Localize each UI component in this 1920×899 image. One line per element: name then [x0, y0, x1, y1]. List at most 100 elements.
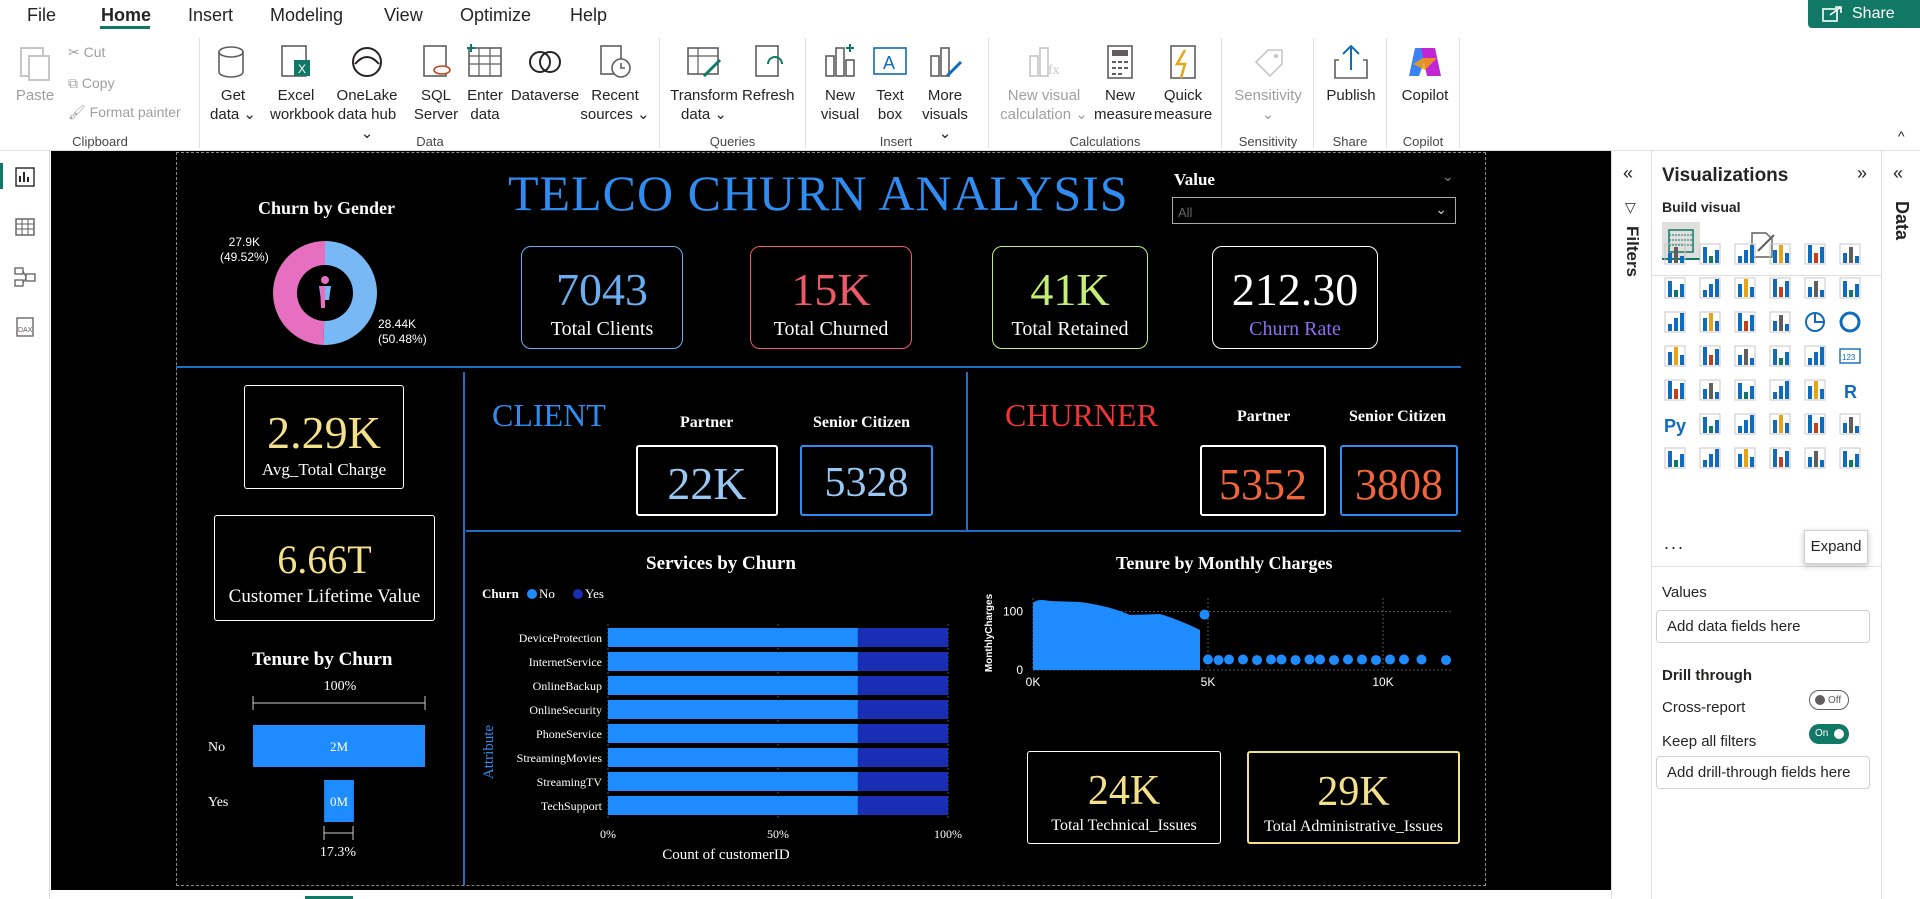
copy-button[interactable]: ⧉ Copy [68, 75, 115, 92]
line-column-icon[interactable] [1662, 309, 1688, 335]
multi-card-icon[interactable] [1662, 377, 1688, 403]
scatter-point[interactable] [1203, 654, 1213, 665]
scatter-point[interactable] [1276, 654, 1287, 665]
goals-icon[interactable] [1837, 411, 1863, 437]
filled-map-icon[interactable] [1732, 343, 1758, 369]
bar-segment[interactable] [608, 796, 858, 815]
stacked-column-icon[interactable] [1697, 241, 1723, 267]
data-pane-collapsed[interactable]: « Data [1881, 151, 1920, 899]
scatter-point[interactable] [1199, 609, 1210, 620]
azure-map-icon[interactable] [1767, 343, 1793, 369]
expand-filters-icon[interactable]: « [1623, 163, 1633, 184]
new-measure-button[interactable]: New measure [1094, 30, 1152, 130]
fabric-function-icon[interactable] [1767, 445, 1793, 471]
model-view-icon[interactable] [13, 265, 37, 289]
scatter-point[interactable] [1329, 655, 1339, 666]
waterfall-icon[interactable] [1802, 275, 1828, 301]
treemap-icon[interactable] [1662, 343, 1688, 369]
format-painter-button[interactable]: 🖌 Format painter [68, 104, 181, 121]
onelake-button[interactable]: OneLake data hub ⌄ [333, 30, 401, 142]
scatter-point[interactable] [1441, 655, 1451, 666]
bar-segment[interactable] [857, 700, 948, 719]
menu-file[interactable]: File [27, 5, 56, 26]
decomposition-tree-icon[interactable] [1732, 411, 1758, 437]
card-icon[interactable]: 123 [1837, 343, 1863, 369]
scatter-point[interactable] [1343, 654, 1353, 665]
value-slicer-dropdown[interactable]: All ⌄ [1172, 197, 1456, 224]
slicer-icon[interactable] [1732, 377, 1758, 403]
percent-column-icon[interactable] [1837, 241, 1863, 267]
scatter-point[interactable] [1315, 654, 1325, 665]
expand-chevron-icon[interactable] [1837, 445, 1863, 471]
report-view-icon[interactable] [13, 165, 37, 189]
get-data-button[interactable]: Get data ⌄ [207, 30, 259, 130]
cut-button[interactable]: ✂ Cut [68, 44, 105, 61]
scatter-point[interactable] [1371, 655, 1381, 666]
legend-label[interactable]: No [539, 586, 555, 601]
gauge-icon[interactable] [1802, 343, 1828, 369]
bar-segment[interactable] [857, 628, 948, 647]
drill-through-drop-zone[interactable]: Add drill-through fields here [1656, 756, 1870, 789]
legend-marker[interactable] [573, 589, 583, 599]
more-visuals-button[interactable]: More visuals ⌄ [915, 30, 975, 142]
funnel-icon[interactable] [1732, 309, 1758, 335]
power-automate-icon[interactable] [1732, 445, 1758, 471]
legend-marker[interactable] [527, 589, 537, 599]
quick-measure-button[interactable]: Quick measure [1152, 30, 1214, 130]
copilot-narrative-icon[interactable] [1802, 445, 1828, 471]
bar-segment[interactable] [857, 652, 948, 671]
matrix-icon[interactable] [1802, 377, 1828, 403]
scatter-point[interactable] [1399, 654, 1409, 665]
copilot-button[interactable]: Copilot [1394, 30, 1456, 130]
values-drop-zone[interactable]: Add data fields here [1656, 610, 1870, 643]
menu-help[interactable]: Help [570, 5, 607, 26]
dax-query-view-icon[interactable]: DAX [13, 315, 37, 339]
table-icon[interactable] [1767, 377, 1793, 403]
cross-report-toggle[interactable]: Off [1809, 690, 1849, 710]
clustered-column-icon[interactable] [1767, 241, 1793, 267]
scatter-point[interactable] [1238, 654, 1248, 665]
scatter-point[interactable] [1357, 654, 1367, 665]
bar-segment[interactable] [857, 796, 948, 815]
scatter-point[interactable] [1385, 654, 1395, 665]
enter-data-button[interactable]: Enter data [464, 30, 506, 130]
map-icon[interactable] [1697, 343, 1723, 369]
scatter-point[interactable] [1416, 654, 1427, 665]
bar-segment[interactable] [608, 772, 858, 791]
bar-segment[interactable] [608, 652, 858, 671]
legend-label[interactable]: Yes [585, 586, 604, 601]
bar-segment[interactable] [608, 628, 858, 647]
stacked-area-icon[interactable] [1732, 275, 1758, 301]
scatter-point[interactable] [1224, 654, 1234, 665]
scatter-icon[interactable] [1767, 309, 1793, 335]
stacked-bar-icon[interactable] [1662, 241, 1688, 267]
paginated-icon[interactable] [1662, 445, 1688, 471]
combo-icon[interactable] [1837, 275, 1863, 301]
slicer-chevron-icon[interactable]: ⌄ [1442, 168, 1454, 185]
transform-data-button[interactable]: Transform data ⌄ [668, 30, 740, 130]
scatter-point[interactable] [1213, 655, 1224, 666]
r-visual-icon[interactable]: R [1837, 377, 1863, 403]
recent-sources-button[interactable]: Recent sources ⌄ [580, 30, 650, 130]
area-icon[interactable] [1697, 275, 1723, 301]
bar-segment[interactable] [608, 700, 858, 719]
percent-bar-icon[interactable] [1802, 241, 1828, 267]
text-box-button[interactable]: A Text box [868, 30, 912, 130]
ribbon-icon[interactable] [1767, 275, 1793, 301]
narrative-icon[interactable] [1802, 411, 1828, 437]
filters-pane-collapsed[interactable]: « ▽ Filters [1611, 151, 1651, 899]
new-visual-button[interactable]: New visual [815, 30, 865, 130]
bar-segment[interactable] [857, 724, 948, 743]
expand-data-icon[interactable]: « [1893, 163, 1903, 184]
sql-server-button[interactable]: SQL Server [413, 30, 459, 130]
menu-optimize[interactable]: Optimize [460, 5, 531, 26]
kpi-icon[interactable] [1697, 377, 1723, 403]
menu-insert[interactable]: Insert [188, 5, 233, 26]
sensitivity-button[interactable]: Sensitivity ⌄ [1228, 30, 1308, 130]
keep-filters-toggle[interactable]: On [1809, 724, 1849, 744]
bar-segment[interactable] [608, 724, 858, 743]
collapse-viz-icon[interactable]: » [1857, 163, 1867, 184]
power-apps-icon[interactable] [1697, 445, 1723, 471]
publish-button[interactable]: Publish [1320, 30, 1382, 130]
bar-segment[interactable] [608, 748, 858, 767]
